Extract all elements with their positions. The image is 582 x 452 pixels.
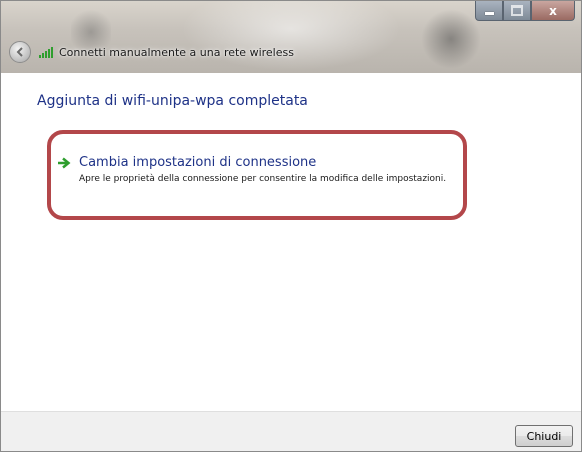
- title-bar: x Connetti manualmente a una rete wirele…: [1, 1, 581, 73]
- main-content: Aggiunta di wifi-unipa-wpa completata Ca…: [1, 73, 581, 411]
- maximize-icon: [511, 5, 523, 16]
- minimize-icon: [484, 12, 494, 15]
- close-icon: x: [549, 3, 557, 18]
- close-button[interactable]: Chiudi: [515, 425, 573, 447]
- minimize-button[interactable]: [475, 1, 503, 21]
- task-link-description: Apre le proprietà della connessione per …: [79, 174, 447, 184]
- window-caption-buttons: x: [475, 1, 575, 23]
- page-heading: Aggiunta di wifi-unipa-wpa completata: [37, 93, 308, 109]
- window-title: Connetti manualmente a una rete wireless: [59, 45, 294, 59]
- navigation-row: Connetti manualmente a una rete wireless: [9, 39, 294, 65]
- back-button[interactable]: [9, 41, 31, 63]
- change-connection-settings-link[interactable]: Cambia impostazioni di connessione Apre …: [58, 155, 459, 185]
- button-bar: Chiudi: [1, 411, 581, 451]
- task-link-title[interactable]: Cambia impostazioni di connessione: [79, 155, 316, 170]
- dialog-window: x Connetti manualmente a una rete wirele…: [0, 0, 582, 452]
- close-window-button[interactable]: x: [531, 1, 575, 21]
- wifi-signal-icon: [39, 47, 53, 58]
- green-arrow-icon: [58, 157, 71, 168]
- back-arrow-icon: [16, 47, 23, 57]
- maximize-button[interactable]: [503, 1, 531, 21]
